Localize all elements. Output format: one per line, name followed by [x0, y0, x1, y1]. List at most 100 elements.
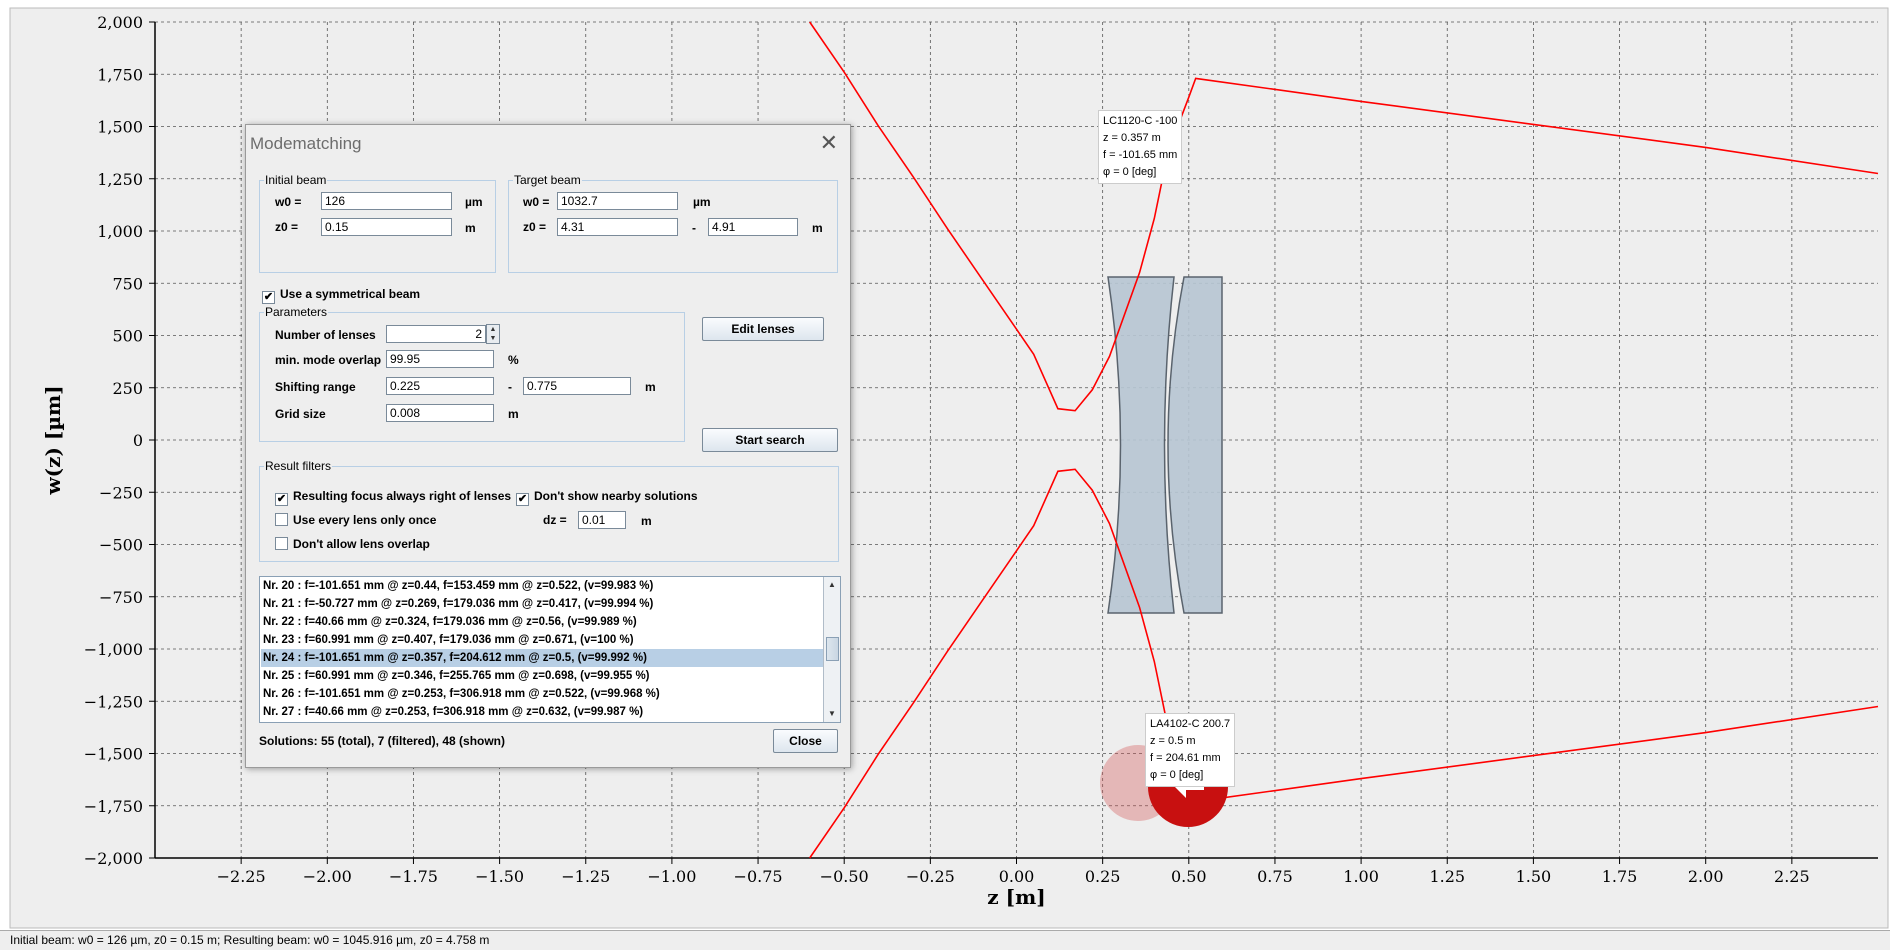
target-z0-separator: - [692, 221, 696, 235]
lens-1-z: z = 0.357 m [1103, 132, 1161, 144]
target-z0-from-input[interactable] [557, 218, 678, 236]
num-lenses-input[interactable] [386, 325, 486, 343]
y-tick-label: 1,750 [97, 65, 143, 84]
x-tick-label: 0.00 [999, 867, 1035, 886]
focus-right-checkbox[interactable]: ✔ Resulting focus always right of lenses [275, 489, 511, 506]
parameters-legend: Parameters [265, 305, 328, 319]
lens-tooltip-1: LC1120-C -100 z = 0.357 m f = -101.65 mm… [1098, 110, 1183, 184]
list-item[interactable]: Nr. 23 : f=60.991 mm @ z=0.407, f=179.03… [261, 631, 823, 649]
y-axis-label: w(z) [µm] [41, 385, 65, 495]
x-tick-label: −0.50 [820, 867, 869, 886]
x-tick-label: −0.25 [906, 867, 955, 886]
dz-input[interactable] [578, 511, 626, 529]
list-item[interactable]: Nr. 22 : f=40.66 mm @ z=0.324, f=179.036… [261, 613, 823, 631]
lens-1-phi: φ = 0 [deg] [1103, 166, 1157, 178]
lens-graphics[interactable] [1107, 276, 1223, 614]
dz-label: dz = [543, 513, 567, 527]
shift-from-input[interactable] [386, 377, 494, 395]
stepper-up-icon[interactable]: ▲ [487, 325, 499, 334]
x-tick-label: −1.75 [389, 867, 438, 886]
result-filters-legend: Result filters [265, 459, 332, 473]
dialog-title: Modematching [250, 134, 362, 153]
x-tick-label: −2.00 [303, 867, 352, 886]
x-tick-label: 1.25 [1429, 867, 1465, 886]
lens-convex-body [1167, 276, 1223, 614]
symmetric-beam-check-icon: ✔ [262, 291, 275, 304]
target-z0-label: z0 = [523, 220, 547, 234]
num-lenses-label: Number of lenses [275, 328, 376, 342]
list-item[interactable]: Nr. 27 : f=40.66 mm @ z=0.253, f=306.918… [261, 703, 823, 721]
initial-w0-input[interactable] [321, 192, 452, 210]
lens-once-check-icon [275, 513, 288, 526]
x-tick-label: 2.25 [1774, 867, 1810, 886]
lens-convex-icon[interactable] [1167, 276, 1223, 614]
initial-z0-input[interactable] [321, 218, 452, 236]
nearby-solutions-checkbox[interactable]: ✔ Don't show nearby solutions [516, 489, 698, 506]
list-item[interactable]: Nr. 26 : f=-101.651 mm @ z=0.253, f=306.… [261, 685, 823, 703]
x-tick-label: −1.50 [475, 867, 524, 886]
x-tick-label: 1.00 [1343, 867, 1379, 886]
lens-2-f: f = 204.61 mm [1150, 752, 1221, 764]
initial-z0-label: z0 = [275, 220, 299, 234]
shift-to-input[interactable] [523, 377, 631, 395]
x-tick-label: −0.75 [734, 867, 783, 886]
grid-size-input[interactable] [386, 404, 494, 422]
target-w0-label: w0 = [523, 195, 550, 209]
y-tick-label: −750 [99, 588, 143, 607]
x-axis-label: z [m] [987, 885, 1045, 909]
grid-size-unit: m [508, 407, 519, 421]
y-tick-label: −2,000 [84, 849, 143, 868]
dz-unit: m [641, 514, 652, 528]
symmetric-beam-checkbox[interactable]: ✔ Use a symmetrical beam [262, 287, 420, 304]
y-tick-label: −1,250 [84, 692, 143, 711]
stepper-down-icon[interactable]: ▼ [487, 334, 499, 343]
lens-overlap-label: Don't allow lens overlap [293, 537, 430, 551]
shift-unit: m [645, 380, 656, 394]
y-tick-label: 500 [112, 327, 143, 346]
list-item[interactable]: Nr. 20 : f=-101.651 mm @ z=0.44, f=153.4… [261, 577, 823, 595]
modematching-dialog: Modematching ✕ Initial beam w0 = µm z0 =… [245, 124, 851, 768]
initial-w0-label: w0 = [275, 195, 302, 209]
solutions-scrollbar[interactable]: ▲ ▼ [823, 577, 840, 722]
lens-overlap-check-icon [275, 537, 288, 550]
edit-lenses-button[interactable]: Edit lenses [702, 317, 824, 341]
list-item[interactable]: Nr. 21 : f=-50.727 mm @ z=0.269, f=179.0… [261, 595, 823, 613]
x-tick-label: 0.50 [1171, 867, 1207, 886]
status-bar: Initial beam: w0 = 126 µm, z0 = 0.15 m; … [0, 930, 1890, 949]
x-tick-label: 0.25 [1085, 867, 1121, 886]
target-z0-to-input[interactable] [708, 218, 798, 236]
y-tick-label: −1,500 [84, 745, 143, 764]
y-tick-label: −1,000 [84, 640, 143, 659]
x-tick-label: −1.25 [561, 867, 610, 886]
lens-1-name: LC1120-C -100 [1103, 115, 1178, 127]
scroll-up-icon[interactable]: ▲ [824, 577, 840, 593]
x-tick-label: 1.75 [1602, 867, 1638, 886]
target-z0-unit: m [812, 221, 823, 235]
close-button[interactable]: Close [773, 729, 838, 753]
solutions-list[interactable]: Nr. 20 : f=-101.651 mm @ z=0.44, f=153.4… [259, 576, 841, 723]
lens-once-checkbox[interactable]: Use every lens only once [275, 513, 436, 527]
y-tick-label: 2,000 [97, 13, 143, 32]
overlap-input[interactable] [386, 350, 494, 368]
lens-overlap-checkbox[interactable]: Don't allow lens overlap [275, 537, 430, 551]
y-tick-label: −250 [99, 483, 143, 502]
lens-1-f: f = -101.65 mm [1103, 149, 1178, 161]
x-tick-label: 1.50 [1516, 867, 1552, 886]
lens-2-name: LA4102-C 200.7 [1150, 718, 1231, 730]
target-w0-input[interactable] [557, 192, 678, 210]
num-lenses-stepper[interactable]: ▲ ▼ [486, 324, 500, 344]
scroll-thumb[interactable] [826, 637, 839, 661]
list-item[interactable]: Nr. 25 : f=60.991 mm @ z=0.346, f=255.76… [261, 667, 823, 685]
shift-separator: - [508, 380, 512, 394]
start-search-button[interactable]: Start search [702, 428, 838, 452]
overlap-unit: % [508, 353, 519, 367]
y-tick-label: 1,500 [97, 118, 143, 137]
target-beam-legend: Target beam [514, 173, 581, 187]
x-tick-label: 2.00 [1688, 867, 1724, 886]
initial-w0-unit: µm [465, 195, 483, 209]
y-tick-label: 0 [133, 431, 143, 450]
close-icon[interactable]: ✕ [820, 129, 838, 157]
scroll-down-icon[interactable]: ▼ [824, 706, 840, 722]
focus-right-check-icon: ✔ [275, 493, 288, 506]
list-item[interactable]: Nr. 24 : f=-101.651 mm @ z=0.357, f=204.… [261, 649, 823, 667]
